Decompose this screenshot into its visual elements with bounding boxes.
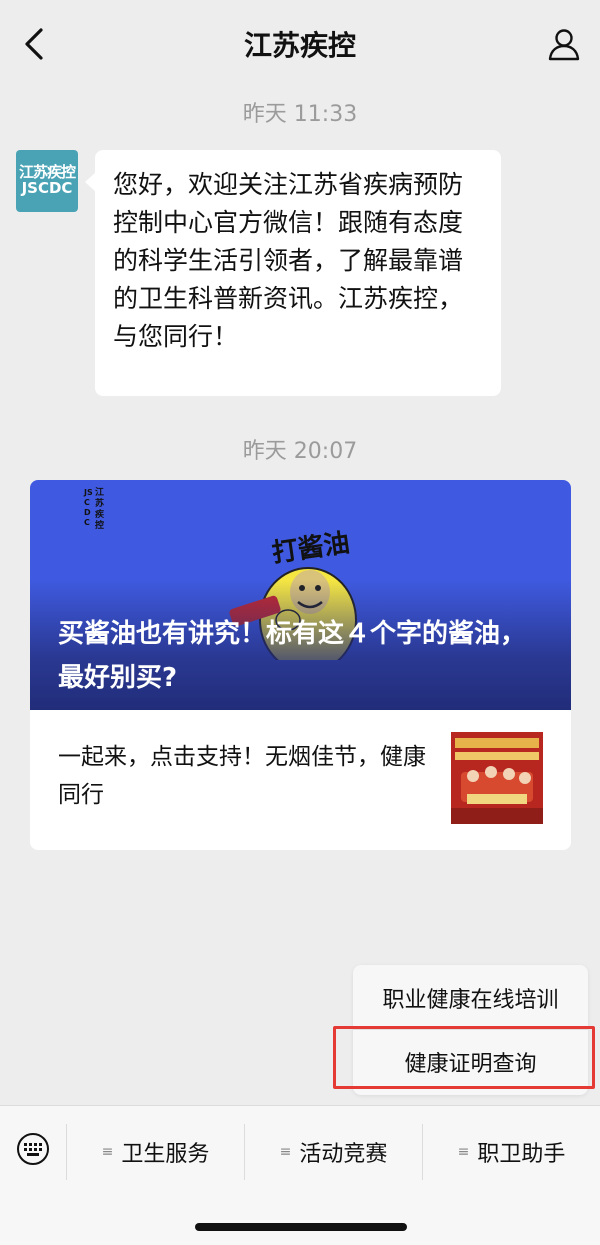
- back-arrow-icon: [25, 28, 43, 60]
- home-indicator[interactable]: [195, 1223, 407, 1231]
- menu-item-activities[interactable]: ≡ 活动竞赛: [245, 1124, 422, 1180]
- cover-logo-name: 江苏疾控: [95, 488, 105, 531]
- article-cover[interactable]: JSCDC 江苏疾控 打酱油 买酱油也有讲究！标有这４个字的酱油，最好别买?: [30, 480, 571, 710]
- menu-item-occupational-assistant[interactable]: ≡ 职卫助手: [423, 1124, 600, 1180]
- back-button[interactable]: [14, 22, 54, 66]
- article-title: 买酱油也有讲究！标有这４个字的酱油，最好别买?: [58, 619, 527, 693]
- avatar[interactable]: 江苏疾控 JSCDC: [16, 150, 78, 212]
- menu-item-label: 职卫助手: [477, 1142, 566, 1167]
- message-timestamp: 昨天 11:33: [242, 102, 358, 127]
- sub-article-title: 一起来，点击支持！无烟佳节，健康同行: [58, 744, 426, 808]
- profile-button[interactable]: [542, 22, 586, 66]
- menu-list-icon: ≡: [279, 1144, 292, 1160]
- message-timestamp: 昨天 20:07: [242, 439, 358, 464]
- sub-article-thumbnail: [451, 732, 543, 824]
- menu-item-label: 卫生服务: [121, 1142, 210, 1167]
- highlight-box: [333, 1026, 595, 1089]
- page-title: 江苏疾控: [243, 29, 356, 62]
- person-icon: [548, 29, 580, 61]
- sticker-caption: 打酱油: [270, 527, 352, 569]
- cover-logo: JSCDC 江苏疾控: [84, 488, 106, 532]
- sub-article-row[interactable]: 一起来，点击支持！无烟佳节，健康同行: [30, 710, 571, 850]
- keyboard-toggle-button[interactable]: [14, 1130, 52, 1168]
- avatar-abbrev: JSCDC: [21, 179, 73, 197]
- menu-item-label: 活动竞赛: [299, 1142, 388, 1167]
- submenu-item-occupational-training[interactable]: 职业健康在线培训: [353, 967, 588, 1029]
- keyboard-icon: [17, 1133, 49, 1165]
- menu-list-icon: ≡: [101, 1144, 114, 1160]
- welcome-message-bubble[interactable]: 您好，欢迎关注江苏省疾病预防控制中心官方微信！跟随有态度的科学生活引领者，了解最…: [85, 150, 501, 396]
- menu-item-health-services[interactable]: ≡ 卫生服务: [67, 1124, 244, 1180]
- nav-bar: 江苏疾控: [0, 0, 600, 88]
- cover-logo-abbrev: JSCDC: [84, 488, 93, 527]
- menu-list-icon: ≡: [457, 1144, 470, 1160]
- article-card[interactable]: JSCDC 江苏疾控 打酱油 买酱油也有讲究！标有这４个字的酱油，最好别买? 一…: [30, 480, 571, 850]
